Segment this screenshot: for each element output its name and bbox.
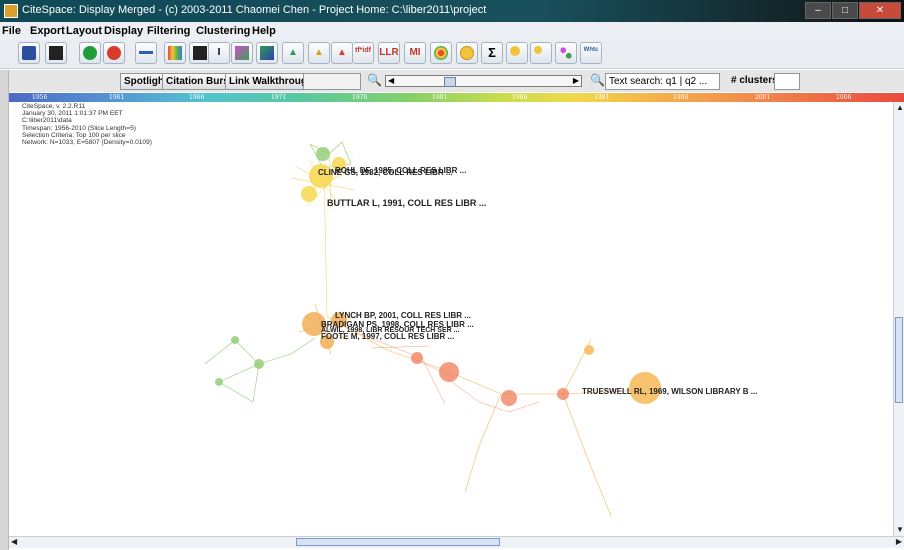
wc-label: Whtc	[583, 47, 599, 53]
year-label: 2006	[836, 94, 852, 101]
vertical-scroll-thumb[interactable]	[895, 317, 903, 403]
mi-icon[interactable]: MI	[404, 42, 426, 64]
wc-icon[interactable]: Whtc	[580, 42, 602, 64]
play-icon[interactable]	[79, 42, 101, 64]
triangle-red-icon[interactable]: ▲	[331, 42, 353, 64]
left-splitter[interactable]	[0, 70, 9, 550]
window-title: CiteSpace: Display Merged - (c) 2003-201…	[22, 4, 487, 16]
zoom-slider[interactable]: ◀ ▶	[385, 75, 582, 87]
info-line: CiteSpace, v. 2.2.R11	[22, 103, 86, 110]
info-line: January 30, 2011 1:01:37 PM EET	[22, 110, 123, 118]
circle-yellow-icon[interactable]	[456, 42, 478, 64]
year-label: 1956	[32, 94, 48, 101]
year-label: 1991	[594, 94, 610, 101]
triangle-yellow-icon[interactable]: ▲	[308, 42, 330, 64]
year-label: 1976	[352, 94, 368, 101]
clusters-field[interactable]	[774, 73, 800, 90]
info-line: Timespan: 1956-2010 (Slice Length=5)	[22, 124, 136, 132]
info-line: Selection Criteria: Top 100 per slice	[22, 131, 126, 139]
slider-right-arrow-icon[interactable]: ▶	[573, 76, 579, 86]
cluster-icon[interactable]	[231, 42, 253, 64]
node-label[interactable]: BUTTLAR L, 1991, COLL RES LIBR ...	[327, 198, 486, 208]
menu-help[interactable]: Help	[252, 25, 276, 37]
maximize-button[interactable]: □	[832, 2, 858, 19]
window-controls: – □ ✕	[805, 2, 901, 19]
info-line: C:\liber2011\data	[22, 117, 72, 125]
node-label[interactable]: ROHL DF, 1985, COLL RES LIBR ...	[335, 166, 466, 175]
color-grid-icon[interactable]	[164, 42, 186, 64]
title-bar: CiteSpace: Display Merged - (c) 2003-201…	[0, 0, 904, 22]
text-search-field[interactable]: Text search: q1 | q2 ...	[605, 73, 720, 90]
year-label: 1981	[432, 94, 448, 101]
control-bar: Spotlight Citation Burst Link Walkthroug…	[0, 70, 904, 92]
scroll-left-icon[interactable]: ◀	[11, 537, 17, 547]
node-label[interactable]: LYNCH BP, 2001, COLL RES LIBR ...	[335, 311, 471, 320]
zoom-in-icon[interactable]: 🔍	[590, 73, 605, 87]
year-label: 1961	[109, 94, 125, 101]
menu-clustering[interactable]: Clustering	[196, 25, 250, 37]
toolbar: I ▲ ▲ ▲ tf*idf LLR MI Σ Whtc	[0, 40, 904, 69]
year-label: 1986	[512, 94, 528, 101]
text-cursor-icon[interactable]: I	[208, 42, 230, 64]
search-yellow-icon[interactable]	[506, 42, 528, 64]
close-button[interactable]: ✕	[859, 2, 901, 19]
year-label: 1971	[271, 94, 287, 101]
timeline-bar: 1956 1961 1966 1971 1976 1981 1986 1991 …	[9, 93, 904, 102]
sigma-icon[interactable]: Σ	[481, 42, 503, 64]
slider-left-arrow-icon[interactable]: ◀	[388, 76, 394, 86]
target-icon[interactable]	[430, 42, 452, 64]
info-block: CiteSpace, v. 2.2.R11 January 30, 2011 1:…	[22, 103, 152, 146]
slider-thumb[interactable]	[444, 77, 456, 87]
menu-export[interactable]: Export	[30, 25, 65, 37]
minus-icon[interactable]	[135, 42, 157, 64]
year-label: 1966	[189, 94, 205, 101]
text-search-label: Text search: q1 | q2 ...	[609, 76, 708, 87]
llr-label: LLR	[379, 47, 399, 58]
info-line: Network: N=1033, E=5807 (Density=0.0109)	[22, 139, 152, 147]
triangle-green-icon[interactable]: ▲	[282, 42, 304, 64]
scroll-down-icon[interactable]: ▼	[896, 525, 904, 535]
scroll-up-icon[interactable]: ▲	[896, 103, 904, 113]
network-canvas[interactable]: CLINE GS, 1982, COLL RES LIBR ... ROHL D…	[9, 102, 893, 536]
node-label[interactable]: FOOTE M, 1997, COLL RES LIBR ...	[321, 332, 454, 341]
tfidf-icon[interactable]: tf*idf	[352, 42, 374, 64]
menu-file[interactable]: File	[2, 25, 21, 37]
node-label[interactable]: TRUESWELL RL, 1969, WILSON LIBRARY B ...	[582, 387, 757, 396]
tfidf-label: tf*idf	[355, 47, 371, 54]
menu-layout[interactable]: Layout	[66, 25, 102, 37]
vertical-scrollbar[interactable]: ▲ ▼	[893, 102, 904, 536]
save-icon[interactable]	[18, 42, 40, 64]
search-multi-icon[interactable]	[530, 42, 552, 64]
cluster-alt-icon[interactable]	[256, 42, 278, 64]
stop-icon[interactable]	[103, 42, 125, 64]
scroll-right-icon[interactable]: ▶	[896, 537, 902, 547]
horizontal-scroll-thumb[interactable]	[296, 538, 500, 546]
movie-icon[interactable]	[45, 42, 67, 64]
walkthrough-field[interactable]	[303, 73, 361, 90]
network-graph[interactable]: CLINE GS, 1982, COLL RES LIBR ... ROHL D…	[9, 102, 893, 536]
menu-display[interactable]: Display	[104, 25, 143, 37]
clusters-label: # clusters	[731, 75, 778, 86]
zoom-out-icon[interactable]: 🔍	[367, 73, 382, 87]
menu-filtering[interactable]: Filtering	[147, 25, 190, 37]
app-icon	[4, 4, 18, 18]
horizontal-scrollbar[interactable]: ◀ ▶	[9, 536, 904, 548]
menu-bar: File Export Layout Display Filtering Clu…	[0, 22, 904, 40]
llr-icon[interactable]: LLR	[378, 42, 400, 64]
mi-label: MI	[409, 47, 421, 58]
nodes-icon[interactable]	[555, 42, 577, 64]
sigma-label: Σ	[488, 45, 496, 60]
minimize-button[interactable]: –	[805, 2, 831, 19]
year-label: 1996	[673, 94, 689, 101]
year-label: 2001	[755, 94, 771, 101]
